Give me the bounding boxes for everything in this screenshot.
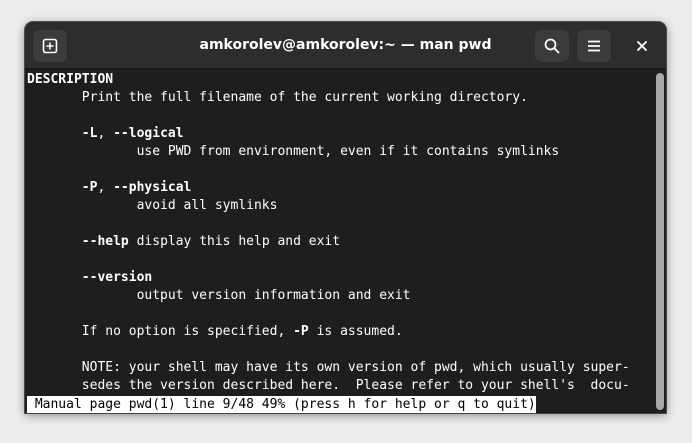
option-long-flag: --logical bbox=[113, 126, 184, 141]
option-version-description: output version information and exit bbox=[27, 288, 411, 303]
default-option-text: If no option is specified, -P is assumed… bbox=[27, 323, 403, 341]
scrollbar[interactable] bbox=[653, 70, 666, 413]
hamburger-menu-icon bbox=[588, 40, 600, 52]
option-flag: -L bbox=[81, 126, 98, 141]
pager-status-line: Manual page pwd(1) line 9/48 49% (press … bbox=[27, 396, 536, 413]
new-tab-button[interactable] bbox=[33, 30, 67, 62]
option-separator: , bbox=[97, 126, 114, 141]
terminal-view[interactable]: DESCRIPTION Print the full filename of t… bbox=[25, 70, 653, 413]
close-icon bbox=[637, 41, 647, 51]
option-physical-description: avoid all symlinks bbox=[27, 198, 278, 213]
option-logical: -L, --logical bbox=[27, 125, 184, 143]
option-separator: , bbox=[97, 180, 114, 195]
default-text-part: If no option is specified, bbox=[27, 324, 294, 339]
section-heading: DESCRIPTION bbox=[27, 72, 114, 87]
option-long-flag: --physical bbox=[113, 180, 192, 195]
default-text-part: is assumed. bbox=[308, 324, 403, 339]
note-text-line: sedes the version described here. Please… bbox=[27, 378, 630, 393]
terminal-window: amkorolev@amkorolev:~ — man pwd DESCRIPT… bbox=[25, 22, 666, 413]
close-button[interactable] bbox=[626, 30, 658, 62]
option-flag: --help bbox=[81, 234, 129, 249]
window-title: amkorolev@amkorolev:~ — man pwd bbox=[199, 37, 492, 53]
scrollbar-thumb[interactable] bbox=[656, 73, 664, 410]
option-flag: -P bbox=[81, 180, 98, 195]
option-flag: --version bbox=[81, 270, 153, 285]
search-button[interactable] bbox=[535, 30, 569, 62]
description-text: Print the full filename of the current w… bbox=[27, 90, 528, 105]
option-logical-description: use PWD from environment, even if it con… bbox=[27, 144, 560, 159]
header-bar: amkorolev@amkorolev:~ — man pwd bbox=[25, 22, 666, 69]
option-help: --help display this help and exit bbox=[27, 233, 340, 251]
main-menu-button[interactable] bbox=[577, 30, 611, 62]
note-text-line: NOTE: your shell may have its own versio… bbox=[27, 360, 630, 375]
search-icon bbox=[544, 38, 560, 54]
option-version: --version bbox=[27, 269, 152, 287]
new-tab-icon bbox=[42, 38, 58, 54]
option-flag: -P bbox=[293, 324, 309, 339]
option-physical: -P, --physical bbox=[27, 179, 192, 197]
option-help-description: display this help and exit bbox=[128, 234, 341, 249]
